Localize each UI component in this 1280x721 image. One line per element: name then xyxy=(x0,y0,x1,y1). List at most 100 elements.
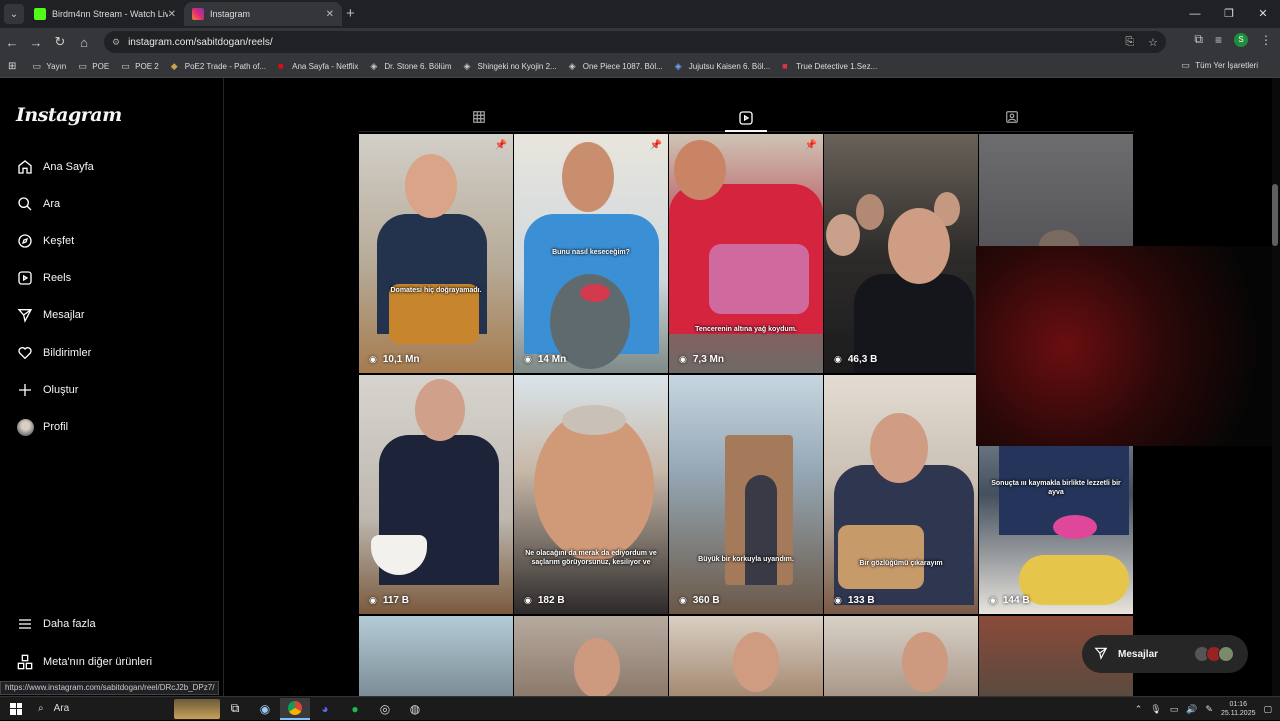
all-bookmarks[interactable]: ▭ Tüm Yer İşaretleri xyxy=(1181,61,1258,71)
bookmark-item[interactable]: ◈ Dr. Stone 6. Bölüm xyxy=(370,62,451,72)
bookmark-item[interactable]: ■ Ana Sayfa - Netflix xyxy=(278,62,358,72)
reel-tile[interactable]: Ne olacağını da merak da ediyordum ve sa… xyxy=(514,375,668,614)
steam-icon[interactable]: ◉ xyxy=(250,698,280,720)
bookmark-item[interactable]: ▭ POE xyxy=(78,61,109,72)
bookmark-item[interactable]: ◈ Shingeki no Kyojin 2... xyxy=(464,62,557,72)
reel-tile-loading[interactable] xyxy=(979,134,1133,246)
close-window-icon[interactable]: ✕ xyxy=(1246,0,1280,28)
restore-icon[interactable]: ❐ xyxy=(1212,0,1246,28)
profile-main: 📌 Domatesi hiç doğrayamadı. ◉ 10,1 Mn 📌 B… xyxy=(224,78,1272,696)
view-count: ◉ 182 B xyxy=(524,595,565,606)
bookmark-item[interactable]: ◈ One Piece 1087. Böl... xyxy=(569,62,663,72)
tagged-tab[interactable] xyxy=(1005,110,1021,126)
site-info-icon[interactable]: ⚙ xyxy=(112,37,120,48)
bookmark-item[interactable]: ■ True Detective 1.Sez... xyxy=(782,62,877,72)
close-tab-icon[interactable]: ✕ xyxy=(168,9,176,20)
reels-tab[interactable] xyxy=(738,110,754,126)
play-views-icon: ◉ xyxy=(369,595,377,605)
address-bar[interactable]: ⚙ instagram.com/sabitdogan/reels/ ⎘ ☆ xyxy=(104,31,1166,53)
reel-tile[interactable] xyxy=(824,616,978,696)
message-avatars xyxy=(1194,646,1234,662)
extensions-icon[interactable]: ⧉ xyxy=(1194,32,1203,47)
task-view-icon[interactable]: ⧉ xyxy=(220,698,250,720)
obs-icon[interactable]: ◎ xyxy=(370,698,400,720)
clock[interactable]: 01:16 25.11.2025 xyxy=(1221,700,1256,718)
browser-tab-kick[interactable]: Birdm4nn Stream - Watch Live ✕ xyxy=(26,2,184,26)
spotify-icon[interactable]: ● xyxy=(340,698,370,720)
volume-icon[interactable]: 🔊 xyxy=(1186,704,1197,715)
play-views-icon: ◉ xyxy=(679,354,687,364)
forward-icon[interactable]: → xyxy=(24,35,48,50)
reel-tile[interactable]: 📌 Tencerenin altına yağ koydum. ◉ 7,3 Mn xyxy=(669,134,823,373)
apps-icon[interactable]: ⊞ xyxy=(8,61,16,72)
view-count: ◉ 133 B xyxy=(834,595,875,606)
home-button-icon[interactable]: ⌂ xyxy=(72,35,96,50)
grid-icon xyxy=(473,111,485,123)
nav-messages[interactable]: Mesajlar xyxy=(16,306,85,324)
microphone-icon[interactable]: 🎙 xyxy=(1150,704,1161,715)
minimize-icon[interactable]: — xyxy=(1178,0,1212,28)
reel-tile[interactable]: ◉ 117 B xyxy=(359,375,513,614)
nav-profile[interactable]: Profil xyxy=(16,418,68,436)
nav-more[interactable]: Daha fazla xyxy=(16,615,96,633)
browser-tab-instagram[interactable]: Instagram ✕ xyxy=(184,2,342,26)
install-app-icon[interactable]: ⎘ xyxy=(1125,36,1134,49)
nav-meta[interactable]: Meta'nın diğer ürünleri xyxy=(16,653,152,671)
profile-avatar[interactable]: S xyxy=(1234,32,1248,47)
tab-search-icon[interactable]: ⌄ xyxy=(4,4,24,24)
meta-apps-icon xyxy=(16,653,34,671)
reel-tile[interactable] xyxy=(514,616,668,696)
person-shape xyxy=(415,379,465,441)
network-icon[interactable]: ▭ xyxy=(1170,704,1179,715)
start-button[interactable] xyxy=(0,702,32,715)
messages-pill[interactable]: Mesajlar xyxy=(1082,635,1248,673)
discord-icon[interactable]: ◕ xyxy=(310,698,340,720)
nav-create[interactable]: Oluştur xyxy=(16,381,78,399)
windows-logo-icon xyxy=(10,702,22,715)
scrollbar-thumb[interactable] xyxy=(1272,184,1278,246)
chrome-icon[interactable] xyxy=(280,697,310,720)
scrollbar-track[interactable] xyxy=(1272,78,1280,696)
reload-icon[interactable]: ↻ xyxy=(48,34,72,50)
bookmark-star-icon[interactable]: ☆ xyxy=(1148,36,1158,49)
person-shape xyxy=(574,638,620,696)
person-shape xyxy=(888,208,950,284)
reel-tile[interactable]: 📌 Bunu nasıl keseceğim? ◉ 14 Mn xyxy=(514,134,668,373)
posts-tab[interactable] xyxy=(472,110,488,126)
view-count: ◉ 46,3 B xyxy=(834,354,878,365)
chevron-up-icon[interactable]: ⌃ xyxy=(1135,704,1143,715)
view-count: ◉ 10,1 Mn xyxy=(369,354,420,365)
nav-home[interactable]: Ana Sayfa xyxy=(16,158,94,176)
reel-tile[interactable]: Büyük bir korkuyla uyandım. ◉ 360 B xyxy=(669,375,823,614)
close-tab-icon[interactable]: ✕ xyxy=(326,9,334,20)
new-tab-button[interactable]: + xyxy=(346,5,355,22)
nav-explore[interactable]: Keşfet xyxy=(16,232,74,250)
tagged-icon xyxy=(1006,111,1018,123)
view-count: ◉ 14 Mn xyxy=(524,354,567,365)
reel-tile[interactable]: ◉ 46,3 B xyxy=(824,134,978,373)
nav-search[interactable]: Ara xyxy=(16,195,60,213)
messages-label: Mesajlar xyxy=(1118,648,1159,660)
nav-notifications[interactable]: Bildirimler xyxy=(16,344,91,362)
reel-caption: Bir gözlüğümü çıkarayım xyxy=(859,560,943,567)
reel-tile[interactable]: Bir gözlüğümü çıkarayım ◉ 133 B xyxy=(824,375,978,614)
bookmark-item[interactable]: ▭ Yayın xyxy=(32,62,66,72)
folder-icon: ▭ xyxy=(78,61,87,71)
bookmark-item[interactable]: ◈ Jujutsu Kaisen 6. Böl... xyxy=(675,62,770,72)
media-icon[interactable]: ≡ xyxy=(1215,33,1222,47)
menu-kebab-icon[interactable]: ⋮ xyxy=(1260,33,1272,47)
app-icon[interactable]: ◍ xyxy=(400,698,430,720)
back-icon[interactable]: ← xyxy=(0,35,24,50)
bookmark-item[interactable]: ▭ POE 2 xyxy=(121,62,159,72)
reel-tile[interactable] xyxy=(669,616,823,696)
reel-tile[interactable]: 📌 Domatesi hiç doğrayamadı. ◉ 10,1 Mn xyxy=(359,134,513,373)
notification-icon[interactable]: ▢ xyxy=(1263,704,1272,715)
nav-reels[interactable]: Reels xyxy=(16,269,71,287)
pen-icon[interactable]: ✎ xyxy=(1205,704,1213,715)
pin-icon: 📌 xyxy=(649,140,662,151)
reel-caption: Büyük bir korkuyla uyandım. xyxy=(698,556,794,563)
instagram-logo[interactable]: Instagram xyxy=(16,104,122,126)
bookmark-item[interactable]: ◆ PoE2 Trade - Path of... xyxy=(171,62,266,72)
reel-tile[interactable] xyxy=(359,616,513,696)
taskbar-search[interactable]: ⌕ Ara xyxy=(32,697,220,721)
